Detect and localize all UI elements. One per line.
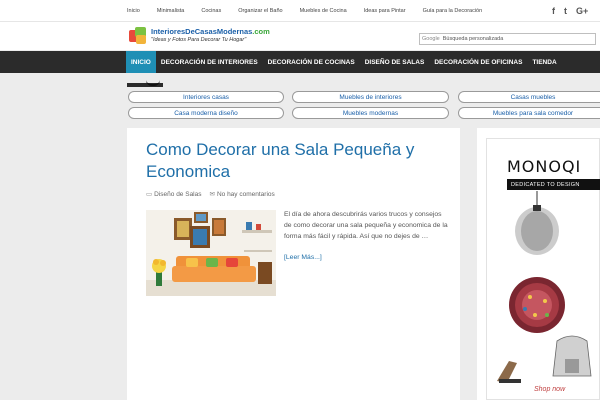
site-header: InterioresDeCasasModernas.com "Ideas y F…: [0, 22, 600, 50]
top-link-guia-decoracion[interactable]: Guía para la Decoración: [423, 8, 483, 14]
sidebar: MONOQI DEDICATED TO DESIGN Shop now: [477, 128, 600, 400]
site-name: InterioresDeCasasModernas.com: [151, 27, 270, 36]
keyword-links: Interiores casas Muebles de interiores C…: [127, 91, 600, 121]
google-plus-icon[interactable]: G+: [576, 6, 588, 16]
article-excerpt: El día de ahora descubrirás varios truco…: [284, 211, 448, 240]
nav-item-decoracion-cocinas[interactable]: DECORACIÓN DE COCINAS: [263, 51, 360, 73]
article-comments[interactable]: No hay comentarios: [217, 191, 275, 198]
top-link-organizar-bano[interactable]: Organizar el Baño: [238, 8, 282, 14]
top-link-cocinas[interactable]: Cocinas: [201, 8, 221, 14]
twitter-icon[interactable]: t: [564, 6, 567, 16]
keyword-link[interactable]: Muebles para sala comedor: [458, 107, 600, 119]
site-tagline: "Ideas y Fotos Para Decorar Tu Hogar": [151, 37, 247, 43]
article-meta: ▭ Diseño de Salas ✉ No hay comentarios: [146, 190, 275, 199]
top-link-muebles-cocina[interactable]: Muebles de Cocina: [300, 8, 347, 14]
nav-item-diseno-salas[interactable]: DISEÑO DE SALAS: [360, 51, 430, 73]
folder-icon: ▭: [146, 191, 153, 198]
nav-item-decoracion-oficinas[interactable]: DECORACIÓN DE OFICINAS: [429, 51, 527, 73]
top-link-ideas-pintar[interactable]: Ideas para Pintar: [364, 8, 406, 14]
ad-shop-now[interactable]: Shop now: [534, 386, 565, 393]
nav-item-decoracion-interiores[interactable]: DECORACIÓN DE INTERIORES: [156, 51, 263, 73]
keyword-link[interactable]: Interiores casas: [128, 91, 284, 103]
top-link-minimalista[interactable]: Minimalista: [157, 8, 185, 14]
top-nav: Inicio Minimalista Cocinas Organizar el …: [127, 0, 499, 22]
partial-banner-graphic: [127, 80, 163, 87]
read-more-link[interactable]: [Leer Más...]: [284, 254, 322, 261]
article-category[interactable]: Diseño de Salas: [154, 191, 201, 198]
nav-item-inicio[interactable]: INICIO: [126, 51, 156, 73]
site-tld: .com: [252, 27, 270, 36]
search-placeholder: Búsqueda personalizada: [442, 36, 504, 42]
article-title[interactable]: Como Decorar una Sala Pequeña y Economic…: [146, 139, 446, 183]
main-nav: INICIO DECORACIÓN DE INTERIORES DECORACI…: [0, 51, 600, 73]
social-links: f t G+: [552, 0, 597, 22]
ad-brand: MONOQI: [507, 157, 582, 176]
keyword-link[interactable]: Casas muebles: [458, 91, 600, 103]
keyword-link[interactable]: Muebles modernas: [292, 107, 449, 119]
google-search-label: Google: [422, 36, 440, 42]
search-input[interactable]: Google Búsqueda personalizada: [419, 33, 596, 45]
keyword-link[interactable]: Muebles de interiores: [292, 91, 449, 103]
article-card: Como Decorar una Sala Pequeña y Economic…: [127, 128, 460, 400]
ad-products-image: [497, 191, 592, 383]
facebook-icon[interactable]: f: [552, 6, 555, 16]
logo-icon: [128, 25, 148, 45]
keyword-link[interactable]: Casa moderna diseño: [128, 107, 284, 119]
nav-item-tienda[interactable]: TIENDA: [527, 51, 561, 73]
article-thumbnail[interactable]: [146, 210, 276, 296]
sidebar-ad[interactable]: MONOQI DEDICATED TO DESIGN Shop now: [486, 138, 600, 400]
top-link-inicio[interactable]: Inicio: [127, 8, 140, 14]
top-bar: Inicio Minimalista Cocinas Organizar el …: [0, 0, 600, 22]
ad-subtitle: DEDICATED TO DESIGN: [507, 179, 600, 190]
comment-icon: ✉: [209, 191, 215, 198]
site-logo[interactable]: InterioresDeCasasModernas.com "Ideas y F…: [128, 25, 270, 45]
